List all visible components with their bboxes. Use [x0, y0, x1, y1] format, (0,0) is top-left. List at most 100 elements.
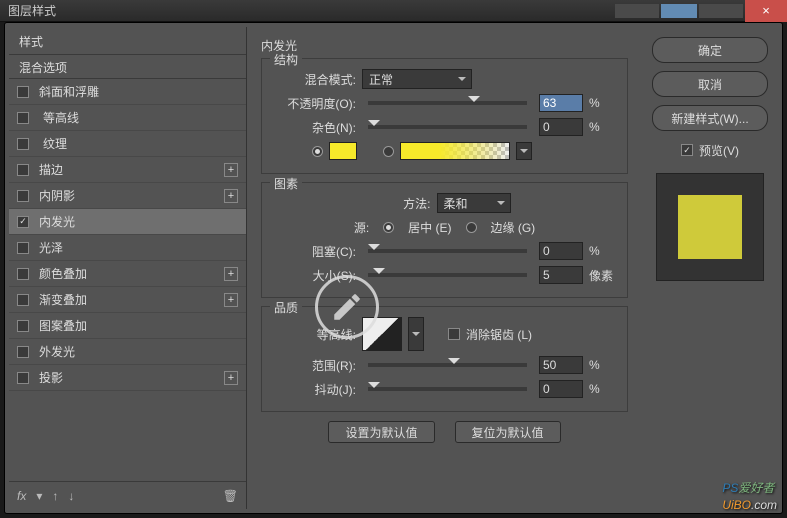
effect-checkbox[interactable]: [17, 346, 29, 358]
effect-checkbox[interactable]: [17, 216, 29, 228]
watermark: PS爱好者 UiBO.com: [722, 479, 777, 512]
add-effect-icon[interactable]: +: [224, 189, 238, 203]
effect-gradient-overlay[interactable]: 渐变叠加+: [9, 287, 246, 313]
sidebar-footer: fx ▾ ↑ ↓ 🗑: [9, 481, 246, 509]
choke-label: 阻塞(C):: [272, 243, 356, 260]
blend-mode-select[interactable]: 正常: [362, 69, 472, 89]
title-bar: 图层样式 ×: [0, 0, 787, 22]
effect-checkbox[interactable]: [17, 86, 29, 98]
quality-legend: 品质: [270, 299, 302, 316]
choke-slider[interactable]: [368, 249, 527, 253]
new-style-button[interactable]: 新建样式(W)...: [652, 105, 768, 131]
action-column: 确定 取消 新建样式(W)... 预览(V): [642, 27, 778, 509]
preview-box: [656, 173, 764, 281]
effect-color-overlay[interactable]: 颜色叠加+: [9, 261, 246, 287]
trash-icon[interactable]: 🗑: [223, 489, 238, 503]
effect-checkbox[interactable]: [17, 112, 29, 124]
effect-checkbox[interactable]: [17, 268, 29, 280]
fx-icon[interactable]: fx: [17, 489, 26, 503]
effect-checkbox[interactable]: [17, 190, 29, 202]
size-input[interactable]: 5: [539, 266, 583, 284]
structure-group: 结构 混合模式: 正常 不透明度(O): 63 % 杂色(N): 0 %: [261, 58, 628, 174]
bg-tab: [615, 4, 659, 18]
effect-checkbox[interactable]: [17, 320, 29, 332]
source-edge-radio[interactable]: [466, 222, 477, 233]
blending-options[interactable]: 混合选项: [9, 55, 246, 79]
effect-stroke[interactable]: 描边+: [9, 157, 246, 183]
range-slider[interactable]: [368, 363, 527, 367]
contour-dropdown[interactable]: [408, 317, 424, 351]
effect-label: 内发光: [39, 213, 238, 230]
jitter-slider[interactable]: [368, 387, 527, 391]
contour-label: 等高线:: [272, 326, 356, 343]
blend-mode-label: 混合模式:: [272, 71, 356, 88]
add-effect-icon[interactable]: +: [224, 267, 238, 281]
effect-label: 光泽: [39, 239, 238, 256]
effect-checkbox[interactable]: [17, 242, 29, 254]
opacity-slider[interactable]: [368, 101, 527, 105]
add-effect-icon[interactable]: +: [224, 371, 238, 385]
color-swatch[interactable]: [329, 142, 357, 160]
arrow-up-icon[interactable]: ↑: [52, 489, 58, 503]
quality-group: 品质 等高线: 消除锯齿 (L) 范围(R): 50 % 抖动(J): 0 %: [261, 306, 628, 412]
effect-inner-shadow[interactable]: 内阴影+: [9, 183, 246, 209]
effect-label: 渐变叠加: [39, 291, 224, 308]
noise-input[interactable]: 0: [539, 118, 583, 136]
preview-checkbox[interactable]: [681, 144, 693, 156]
opacity-input[interactable]: 63: [539, 94, 583, 112]
effect-label: 图案叠加: [39, 317, 238, 334]
source-center-radio[interactable]: [383, 222, 394, 233]
gradient-radio[interactable]: [383, 146, 394, 157]
antialias-checkbox[interactable]: [448, 328, 460, 340]
cancel-button[interactable]: 取消: [652, 71, 768, 97]
dialog: 样式 混合选项 斜面和浮雕等高线纹理描边+内阴影+内发光光泽颜色叠加+渐变叠加+…: [4, 22, 783, 514]
bg-tab-active: [661, 4, 697, 18]
range-label: 范围(R):: [272, 357, 356, 374]
effect-satin[interactable]: 光泽: [9, 235, 246, 261]
arrow-down-icon[interactable]: ↓: [68, 489, 74, 503]
effect-inner-glow[interactable]: 内发光: [9, 209, 246, 235]
noise-slider[interactable]: [368, 125, 527, 129]
effect-checkbox[interactable]: [17, 372, 29, 384]
reset-default-button[interactable]: 复位为默认值: [455, 421, 561, 443]
effect-label: 纹理: [43, 135, 238, 152]
elements-group: 图素 方法: 柔和 源: 居中 (E) 边缘 (G) 阻塞(C): 0 % 大小…: [261, 182, 628, 298]
method-select[interactable]: 柔和: [437, 193, 511, 213]
opacity-label: 不透明度(O):: [272, 95, 356, 112]
effect-checkbox[interactable]: [17, 164, 29, 176]
effect-checkbox[interactable]: [17, 294, 29, 306]
add-effect-icon[interactable]: +: [224, 163, 238, 177]
styles-header[interactable]: 样式: [9, 27, 246, 55]
size-slider[interactable]: [368, 273, 527, 277]
styles-sidebar: 样式 混合选项 斜面和浮雕等高线纹理描边+内阴影+内发光光泽颜色叠加+渐变叠加+…: [9, 27, 247, 509]
effect-drop-shadow[interactable]: 投影+: [9, 365, 246, 391]
contour-picker[interactable]: [362, 317, 402, 351]
bg-tab: [699, 4, 743, 18]
chevron-down-icon[interactable]: ▾: [36, 489, 42, 503]
ok-button[interactable]: 确定: [652, 37, 768, 63]
choke-input[interactable]: 0: [539, 242, 583, 260]
elements-legend: 图素: [270, 175, 302, 192]
effect-pattern-overlay[interactable]: 图案叠加: [9, 313, 246, 339]
effect-checkbox[interactable]: [17, 138, 29, 150]
method-label: 方法:: [379, 195, 431, 212]
source-label: 源:: [354, 219, 369, 236]
jitter-input[interactable]: 0: [539, 380, 583, 398]
effect-texture[interactable]: 纹理: [9, 131, 246, 157]
effect-label: 投影: [39, 369, 224, 386]
window-title: 图层样式: [8, 2, 56, 19]
gradient-swatch[interactable]: [400, 142, 510, 160]
range-input[interactable]: 50: [539, 356, 583, 374]
close-button[interactable]: ×: [745, 0, 787, 22]
solid-color-radio[interactable]: [312, 146, 323, 157]
effect-outer-glow[interactable]: 外发光: [9, 339, 246, 365]
effect-label: 描边: [39, 161, 224, 178]
effect-label: 颜色叠加: [39, 265, 224, 282]
make-default-button[interactable]: 设置为默认值: [328, 421, 434, 443]
settings-panel: 内发光 结构 混合模式: 正常 不透明度(O): 63 % 杂色(N): 0 %: [247, 27, 642, 509]
effect-bevel[interactable]: 斜面和浮雕: [9, 79, 246, 105]
size-label: 大小(S):: [272, 267, 356, 284]
gradient-dropdown[interactable]: [516, 142, 532, 160]
add-effect-icon[interactable]: +: [224, 293, 238, 307]
effect-contour[interactable]: 等高线: [9, 105, 246, 131]
